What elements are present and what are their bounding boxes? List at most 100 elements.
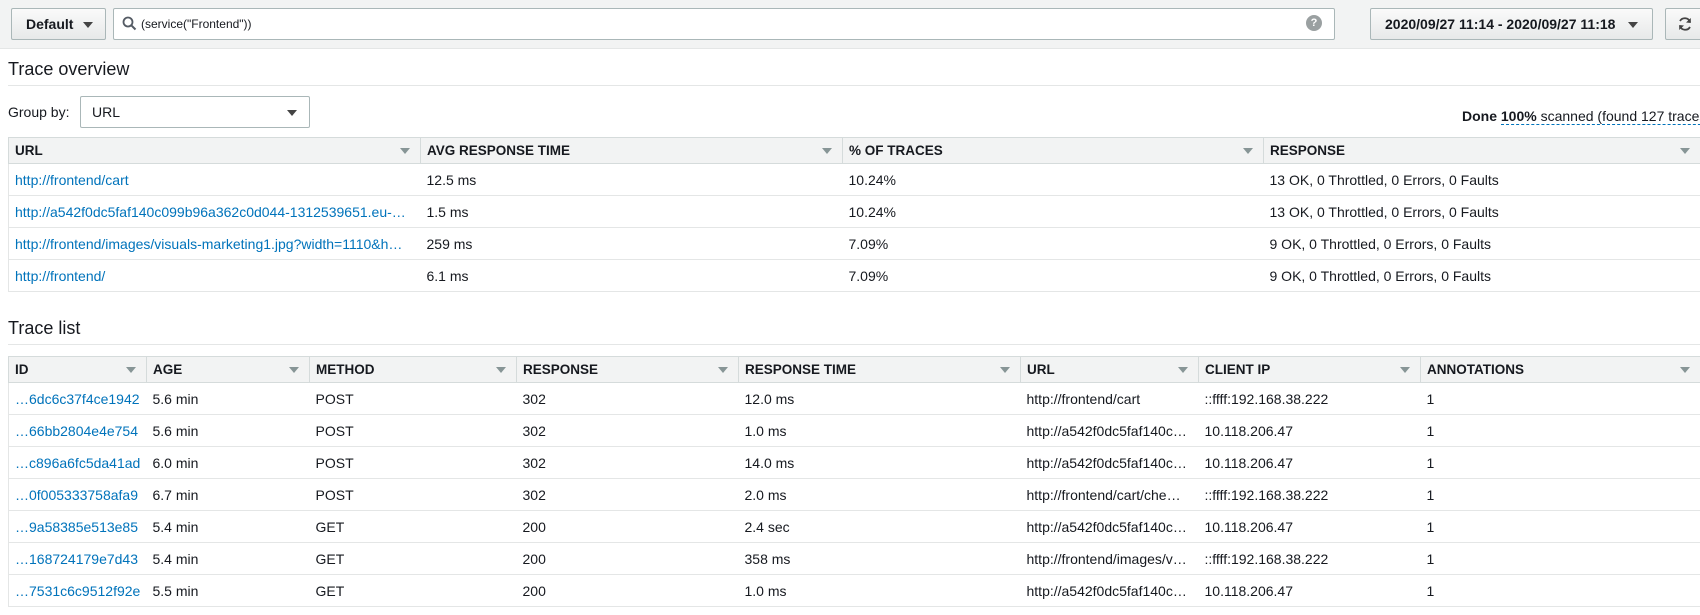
method-cell: GET [309,574,517,607]
annotations-cell: 1 [1420,446,1700,479]
response-time-cell: 1.0 ms [738,574,1021,607]
sort-caret-icon [400,148,410,154]
trace-id-link[interactable]: …9a58385e513e85 [8,510,147,543]
trace-overview-table: URL AVG RESPONSE TIME % OF TRACES RESPON… [8,137,1700,292]
trace-id-link[interactable]: …7531c6c9512f92e [8,574,147,607]
refresh-icon [1679,17,1691,31]
method-cell: GET [309,542,517,575]
column-header-response[interactable]: RESPONSE [516,356,739,383]
client-ip-cell: 10.118.206.47 [1198,510,1421,543]
url-link[interactable]: http://frontend/ [8,259,421,292]
column-header-label: ID [15,362,29,377]
filter-search-input[interactable]: (service("Frontend")) ? [113,8,1335,40]
top-toolbar: Default (service("Frontend")) ? 2020/09/… [0,0,1700,49]
column-header-label: METHOD [316,362,375,377]
annotations-cell: 1 [1420,478,1700,511]
response-code-cell: 302 [516,382,739,415]
table-row[interactable]: …c896a6fc5da41ad 6.0 min POST 302 14.0 ms htt… [8,446,1700,479]
trace-list-title: Trace list [8,318,81,338]
trace-id-link[interactable]: …66bb2804e4e754 [8,414,147,447]
percent-of-traces-cell: 10.24% [842,195,1264,228]
annotations-cell: 1 [1420,574,1700,607]
table-header-row: URL AVG RESPONSE TIME % OF TRACES RESPON… [8,137,1700,164]
trace-id-link[interactable]: …c896a6fc5da41ad [8,446,147,479]
help-icon[interactable]: ? [1306,15,1322,31]
column-header-url[interactable]: URL [1020,356,1199,383]
scan-status-rest: scanned (found 127 traces) [1540,108,1700,124]
response-code-cell: 302 [516,446,739,479]
group-dropdown-label: Default [26,16,74,32]
response-summary-cell: 13 OK, 0 Throttled, 0 Errors, 0 Faults [1263,195,1700,228]
table-row[interactable]: …168724179e7d43 5.4 min GET 200 358 ms http:/… [8,542,1700,575]
column-header-annotations[interactable]: ANNOTATIONS [1420,356,1700,383]
table-row[interactable]: http://frontend/6.1 ms 7.09% 9 OK, 0 Throt… [8,259,1700,292]
column-header-response[interactable]: RESPONSE [1263,137,1700,164]
avg-response-time-cell: 12.5 ms [420,163,843,196]
client-ip-cell: ::ffff:192.168.38.222 [1198,542,1421,575]
sort-caret-icon [496,367,506,373]
column-header-response-time[interactable]: RESPONSE TIME [738,356,1021,383]
refresh-button[interactable] [1665,8,1700,40]
column-header-label: AVG RESPONSE TIME [427,143,571,158]
column-header-id[interactable]: ID [8,356,147,383]
table-row[interactable]: …7531c6c9512f92e 5.5 min GET 200 1.0 ms http:… [8,574,1700,607]
column-header-method[interactable]: METHOD [309,356,517,383]
response-time-cell: 12.0 ms [738,382,1021,415]
table-row[interactable]: http://frontend/images/visuals-marketing… [8,227,1700,260]
time-range-label: 2020/09/27 11:14 - 2020/09/27 11:18 [1385,16,1616,32]
group-by-select[interactable]: URL [80,96,310,128]
url-cell: http://frontend/images/v… [1020,542,1199,575]
age-cell: 5.6 min [146,414,310,447]
trace-id-link[interactable]: …0f005333758afa9 [8,478,147,511]
column-header-label: URL [1027,362,1055,377]
column-header-label: URL [15,143,43,158]
column-header-percent-of-traces[interactable]: % OF TRACES [842,137,1264,164]
annotations-cell: 1 [1420,382,1700,415]
column-header-age[interactable]: AGE [146,356,310,383]
method-cell: POST [309,382,517,415]
response-code-cell: 302 [516,478,739,511]
time-range-button[interactable]: 2020/09/27 11:14 - 2020/09/27 11:18 [1370,8,1653,40]
scan-status-done: Done [1462,108,1497,124]
sort-caret-icon [1178,367,1188,373]
sort-caret-icon [718,367,728,373]
column-header-avg-response-time[interactable]: AVG RESPONSE TIME [420,137,843,164]
age-cell: 6.7 min [146,478,310,511]
age-cell: 5.5 min [146,574,310,607]
table-row[interactable]: …0f005333758afa9 6.7 min POST 302 2.0 ms http… [8,478,1700,511]
divider [8,344,1700,345]
sort-caret-icon [1680,148,1690,154]
sort-caret-icon [126,367,136,373]
avg-response-time-cell: 1.5 ms [420,195,843,228]
group-by-value: URL [92,104,121,120]
trace-id-link[interactable]: …6dc6c37f4ce1942 [8,382,147,415]
table-row[interactable]: …6dc6c37f4ce1942 5.6 min POST 302 12.0 ms htt… [8,382,1700,415]
table-header-row: ID AGE METHOD RESPONSE RESPONSE TIME URL CLIEN… [8,356,1700,383]
trace-overview-title: Trace overview [8,59,130,79]
table-row[interactable]: http://a542f0dc5faf140c099b96a362c0d044-… [8,195,1700,228]
column-header-client-ip[interactable]: CLIENT IP [1198,356,1421,383]
scan-status-detail[interactable]: 100% scanned (found 127 traces) [1500,108,1700,125]
age-cell: 5.6 min [146,382,310,415]
table-row[interactable]: …9a58385e513e85 5.4 min GET 200 2.4 sec http:… [8,510,1700,543]
column-header-label: RESPONSE [1270,143,1346,158]
response-summary-cell: 9 OK, 0 Throttled, 0 Errors, 0 Faults [1263,227,1700,260]
url-link[interactable]: http://frontend/cart [8,163,421,196]
url-cell: http://frontend/cart [1020,382,1199,415]
response-code-cell: 200 [516,574,739,607]
caret-down-icon [1628,22,1638,28]
group-dropdown-button[interactable]: Default [11,8,106,40]
column-header-url[interactable]: URL [8,137,421,164]
response-code-cell: 200 [516,542,739,575]
table-row[interactable]: …66bb2804e4e754 5.6 min POST 302 1.0 ms http:… [8,414,1700,447]
url-link[interactable]: http://frontend/images/visuals-marketing… [8,227,421,260]
trace-id-link[interactable]: …168724179e7d43 [8,542,147,575]
table-row[interactable]: http://frontend/cart 12.5 ms 10.24% 13 OK, … [8,163,1700,196]
divider [8,85,1700,86]
avg-response-time-cell: 6.1 ms [420,259,843,292]
column-header-label: RESPONSE [523,362,599,377]
url-link[interactable]: http://a542f0dc5faf140c099b96a362c0d044-… [8,195,421,228]
response-code-cell: 302 [516,414,739,447]
sort-caret-icon [822,148,832,154]
response-time-cell: 2.0 ms [738,478,1021,511]
